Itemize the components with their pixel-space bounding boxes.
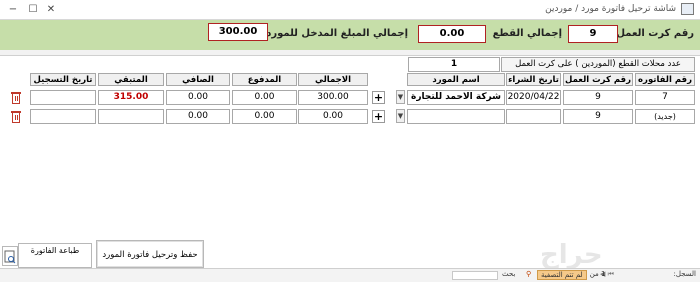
supplier-count-field[interactable]: 1 — [408, 57, 500, 72]
search-label[interactable]: بحث — [502, 270, 515, 278]
total-entered-field[interactable]: 300.00 — [208, 23, 268, 41]
form-window: شاشة ترحيل فاتورة مورد / موردين − ☐ ✕ رق… — [0, 0, 700, 282]
card-number-field[interactable]: 9 — [568, 25, 618, 43]
row2-reg-date[interactable] — [30, 109, 96, 124]
row1-net[interactable]: 0.00 — [166, 90, 230, 105]
minimize-button[interactable]: − — [4, 2, 22, 17]
card-number-label: رقم كرت العمل — [616, 28, 694, 39]
delete-row-icon[interactable] — [9, 91, 23, 105]
row2-total[interactable]: 0.00 — [298, 109, 368, 124]
row2-add-supplier-button[interactable]: + — [372, 110, 385, 123]
row2-supplier[interactable] — [407, 109, 505, 124]
row1-total[interactable]: 300.00 — [298, 90, 368, 105]
row1-purchase-date[interactable]: 2020/04/22 — [506, 90, 561, 105]
row2-invoice-no[interactable]: (جديد) — [635, 109, 695, 124]
row2-purchase-date[interactable] — [506, 109, 561, 124]
row2-net[interactable]: 0.00 — [166, 109, 230, 124]
row2-supplier-dropdown-icon[interactable]: ▼ — [396, 109, 405, 123]
summary-header: رقم كرت العمل 9 إجمالي القطع 0.00 إجمالي… — [0, 20, 700, 50]
row1-add-supplier-button[interactable]: + — [372, 91, 385, 104]
record-label: السجل: — [673, 270, 696, 278]
row1-reg-date[interactable] — [30, 90, 96, 105]
total-parts-label: إجمالي القطع — [492, 28, 562, 39]
row1-paid[interactable]: 0.00 — [232, 90, 297, 105]
total-parts-field[interactable]: 0.00 — [418, 25, 486, 43]
print-preview-icon[interactable] — [2, 246, 18, 266]
col-header-card-no: رقم كرت العمل — [563, 73, 633, 86]
close-button[interactable]: ✕ — [42, 2, 60, 17]
print-invoice-button[interactable]: طباعة الفاتورة — [18, 243, 92, 268]
col-header-purchase-date: تاريخ الشراء — [506, 73, 561, 86]
header-separator — [0, 50, 700, 56]
row2-remaining[interactable] — [98, 109, 164, 124]
col-header-invoice-no: رقم الفاتوره — [635, 73, 695, 86]
filter-badge[interactable]: لم تتم التصفية — [537, 270, 587, 280]
delete-row-icon[interactable] — [9, 110, 23, 124]
app-form-icon — [681, 3, 694, 15]
row2-paid[interactable]: 0.00 — [232, 109, 297, 124]
window-title: شاشة ترحيل فاتورة مورد / موردين — [545, 4, 676, 14]
col-header-paid: المدفوع — [232, 73, 297, 86]
total-entered-label: إجمالي المبلغ المدخل للموردين — [253, 28, 408, 39]
watermark-text: حراج — [540, 240, 603, 270]
record-navigator: السجل: ⏮ ◀ 1 من 1 ▶ ⏭ لم تتم التصفية ⚲ ب… — [0, 269, 700, 282]
row1-card-no[interactable]: 9 — [563, 90, 633, 105]
supplier-count-label: عدد محلات القطع (الموردين ) على كرت العم… — [501, 57, 695, 72]
save-post-invoice-button[interactable]: حفظ وترحيل فاتورة المورد — [96, 240, 204, 268]
row2-card-no[interactable]: 9 — [563, 109, 633, 124]
row1-remaining[interactable]: 315.00 — [98, 90, 164, 105]
col-header-net: الصافي — [166, 73, 230, 86]
row1-invoice-no[interactable]: 7 — [635, 90, 695, 105]
title-bar: شاشة ترحيل فاتورة مورد / موردين − ☐ ✕ — [0, 0, 700, 20]
filter-icon: ⚲ — [526, 270, 532, 278]
row1-supplier[interactable]: شركة الاحمد للتجارة — [407, 90, 505, 105]
col-header-reg-date: تاريخ التسجيل — [30, 73, 96, 86]
row1-supplier-dropdown-icon[interactable]: ▼ — [396, 90, 405, 104]
col-header-remaining: المتبقي — [98, 73, 164, 86]
maximize-button[interactable]: ☐ — [24, 2, 42, 17]
col-header-supplier: اسم المورد — [407, 73, 505, 86]
search-input[interactable] — [452, 271, 498, 280]
col-header-total: الاجمالي — [298, 73, 368, 86]
